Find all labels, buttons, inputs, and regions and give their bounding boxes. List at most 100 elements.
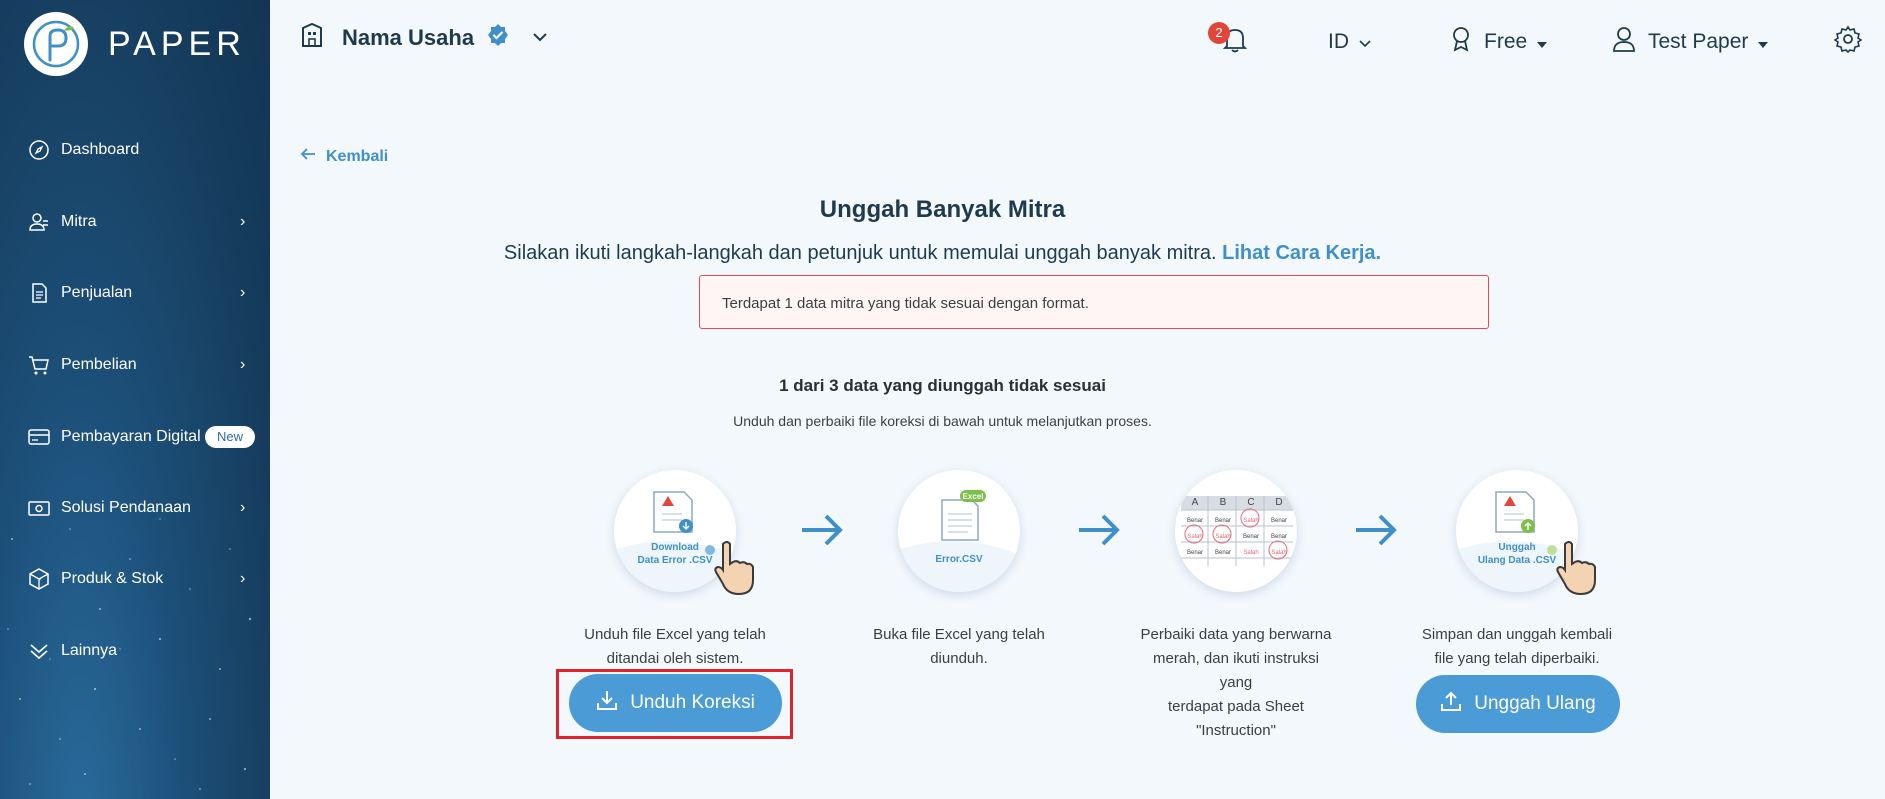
step-text-line: Simpan dan unggah kembali [1421,626,1613,643]
business-name: Nama Usaha [342,24,475,50]
sheet-columns: A B C D [1181,497,1293,508]
bell-icon: 2 [1208,22,1250,60]
user-icon [1612,26,1636,58]
award-icon [1450,26,1472,58]
error-count-heading: 1 dari 3 data yang diunggah tidak sesuai [779,376,1106,395]
caret-down-icon [1758,30,1769,54]
cell-ok: Benar [1270,518,1287,524]
business-switcher[interactable]: Nama Usaha [300,22,548,53]
language-selector[interactable]: ID [1328,22,1371,62]
caret-down-icon [1537,30,1548,54]
sidebar-item-dashboard[interactable]: Dashboard [0,130,270,170]
user-name: Test Paper [1648,30,1749,53]
alert-text: Terdapat 1 data mitra yang tidak sesuai … [722,295,1089,312]
sheet-cells: Benar Benar Salah Benar Salah Salah Benar Bena… [1181,513,1293,561]
top-header: Nama Usaha 2 ID Free Test Paper [270,0,1885,86]
chevron-down-icon[interactable] [532,29,548,47]
cell-bad: Salah [1243,550,1259,556]
column-label: B [1219,497,1227,508]
sidebar-item-label: Pembayaran Digital [61,428,201,445]
brand-name: PAPER [108,24,246,63]
sidebar-item-label: Lainnya [61,642,118,659]
instruction-hint: Unduh dan perbaiki file koreksi di bawah… [733,413,1152,429]
notification-button[interactable]: 2 [1208,22,1250,62]
chevron-right-icon: › [240,570,246,587]
notification-count-badge: 2 [1208,22,1230,44]
upload-icon [1440,690,1462,718]
gear-icon [1833,25,1863,59]
reupload-button-label: Unggah Ulang [1474,693,1596,714]
step-text-line: Buka file Excel yang telah [873,626,1045,643]
chevron-right-icon: › [240,284,246,301]
step-3-text: Perbaiki data yang berwarna merah, dan i… [1136,623,1336,743]
user-menu[interactable]: Test Paper [1612,22,1769,62]
step-4-text: Simpan dan unggah kembali file yang tela… [1417,623,1617,671]
reupload-button[interactable]: Unggah Ulang [1416,675,1620,733]
column-label: C [1247,497,1255,508]
paper-logo-icon [24,12,88,76]
hand-pointer-icon [713,540,757,601]
brand-logo[interactable]: PAPER [24,12,246,76]
plan-selector[interactable]: Free [1450,22,1548,62]
sidebar-item-label: Pembelian [61,356,137,373]
highlight-box [556,669,793,739]
chevron-down-icon [1359,30,1371,54]
sidebar-item-label: Dashboard [61,141,140,158]
document-icon [27,281,51,305]
page-title: Unggah Banyak Mitra [819,196,1066,223]
sidebar-item-label: Solusi Pendanaan [61,499,191,516]
arrow-left-icon [300,147,316,166]
sidebar-item-solusi-pendanaan[interactable]: Solusi Pendanaan › [0,488,270,528]
step-text-line: Perbaiki data yang berwarna [1140,626,1332,643]
cart-icon [27,353,51,377]
error-alert: Terdapat 1 data mitra yang tidak sesuai … [699,275,1489,329]
sidebar-item-produk-stok[interactable]: Produk & Stok › [0,559,270,599]
step-text-line: ditandai oleh sistem. [606,650,744,667]
new-badge: New [205,426,255,448]
step-text-line: Unduh file Excel yang telah [584,626,766,643]
cell-bad: Salah [1243,518,1259,524]
column-label: D [1275,497,1283,508]
step-2-text: Buka file Excel yang telah diunduh. [859,623,1059,671]
settings-button[interactable] [1833,22,1863,62]
chevron-right-icon: › [240,499,246,516]
step-text-line: diunduh. [930,650,988,667]
cell-ok: Benar [1214,550,1231,556]
sidebar-item-label: Produk & Stok [61,570,164,587]
column-label: A [1191,497,1199,508]
compass-icon [27,138,51,162]
double-chevron-down-icon [27,639,51,663]
arrow-right-icon [1354,512,1398,553]
sidebar-item-penjualan[interactable]: Penjualan › [0,273,270,313]
cell-ok: Benar [1186,518,1203,524]
cell-bad: Salah [1271,550,1287,556]
cell-ok: Benar [1270,534,1287,540]
excel-tag: Excel [962,492,984,501]
step-text-line: file yang telah diperbaiki. [1434,650,1600,667]
chevron-right-icon: › [240,356,246,373]
arrow-right-icon [1077,512,1121,553]
back-label: Kembali [326,147,389,165]
box-icon [27,567,51,591]
step-2-caption: Error.CSV [935,554,983,565]
step-1-text: Unduh file Excel yang telah ditandai ole… [575,623,775,671]
cell-bad: Salah [1215,534,1231,540]
sidebar: PAPER Dashboard Mitra › Penjualan › Pemb… [0,0,270,799]
step-2-illustration: Excel Error.CSV [898,470,1020,592]
cell-ok: Benar [1186,550,1203,556]
cell-bad: Salah [1187,534,1203,540]
money-icon [27,496,51,520]
how-it-works-link[interactable]: Lihat Cara Kerja. [1222,242,1381,264]
back-link[interactable]: Kembali [300,147,388,166]
cell-ok: Benar [1242,534,1259,540]
sidebar-item-label: Penjualan [61,284,133,301]
sidebar-item-lainnya[interactable]: Lainnya [0,631,270,671]
page-subtitle: Silakan ikuti langkah-langkah dan petunj… [0,242,1885,265]
step-text-line: "Instruction" [1196,722,1276,739]
arrow-right-icon [800,512,844,553]
verified-badge-icon [486,23,510,52]
step-text-line: terdapat pada Sheet [1168,698,1304,715]
step-3-illustration: A B C D Benar Benar Salah Benar Salah Salah B… [1175,470,1297,592]
cell-ok: Benar [1214,518,1231,524]
language-label: ID [1328,30,1349,53]
